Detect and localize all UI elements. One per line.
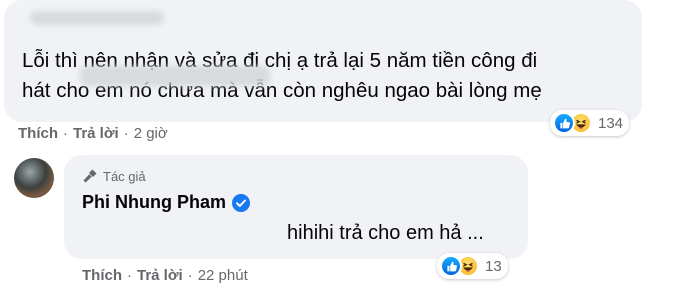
author-badge: Tác giả [82, 168, 146, 184]
comment-timestamp[interactable]: 22 phút [198, 267, 248, 284]
like-icon [440, 255, 462, 277]
verified-badge-icon [232, 193, 250, 212]
reaction-count: 13 [485, 257, 502, 275]
comment-2-text: hihihi trả cho em hả ... [287, 222, 484, 244]
separator-dot: · [123, 125, 129, 142]
microphone-icon [83, 169, 97, 183]
separator-dot: · [63, 125, 68, 142]
like-button[interactable]: Thích [18, 125, 58, 142]
reply-button[interactable]: Trả lời [73, 125, 119, 142]
reaction-count: 134 [598, 114, 624, 132]
author-badge-label: Tác giả [103, 168, 146, 184]
like-icon [553, 112, 575, 134]
author-name[interactable]: Phi Nhung Pham [82, 192, 226, 213]
blurred-commenter-name [30, 11, 164, 25]
comment-timestamp[interactable]: 2 giờ [134, 125, 168, 142]
reaction-summary-1[interactable]: 134 [550, 110, 630, 136]
like-button[interactable]: Thích [82, 267, 122, 284]
comment-1-actions: Thích · Trả lời · 2 giờ [18, 125, 168, 142]
avatar[interactable] [14, 158, 54, 198]
author-name-link[interactable]: Phi Nhung Pham [82, 192, 250, 213]
reaction-summary-2[interactable]: 13 [437, 253, 508, 279]
comment-2-actions: Thích · Trả lời · 22 phút [82, 267, 248, 284]
blurred-mention [80, 66, 270, 86]
separator-dot: · [187, 267, 193, 284]
reply-button[interactable]: Trả lời [137, 267, 183, 284]
separator-dot: · [127, 267, 132, 284]
